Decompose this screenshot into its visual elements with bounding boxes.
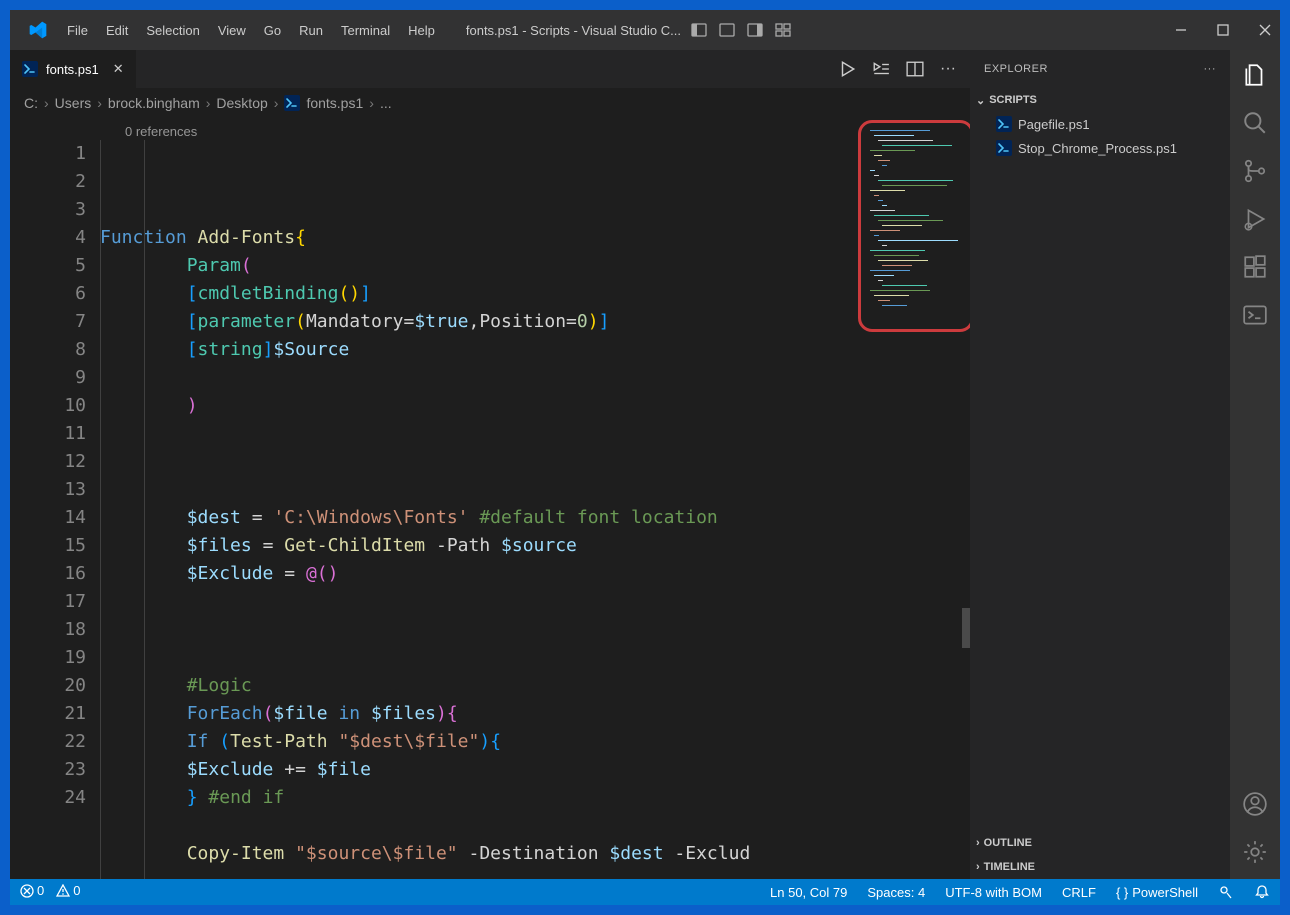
files-icon[interactable] xyxy=(1242,62,1268,88)
chevron-down-icon: ⌄ xyxy=(976,94,985,107)
source-control-icon[interactable] xyxy=(1242,158,1268,184)
menu-run[interactable]: Run xyxy=(290,17,332,44)
section-timeline[interactable]: › TIMELINE xyxy=(970,855,1230,879)
run-selection-icon[interactable] xyxy=(872,60,890,78)
gear-icon[interactable] xyxy=(1242,839,1268,865)
crumb-more[interactable]: ... xyxy=(380,95,392,111)
explorer-title: EXPLORER xyxy=(984,63,1048,75)
vscode-logo-icon xyxy=(28,20,48,40)
breadcrumbs[interactable]: C:› Users› brock.bingham› Desktop› fonts… xyxy=(10,88,970,118)
vscode-window: File Edit Selection View Go Run Terminal… xyxy=(10,10,1280,905)
code-content[interactable]: Function Add-Fonts{ Param( [cmdletBindin… xyxy=(100,118,970,879)
minimize-button[interactable] xyxy=(1174,23,1188,37)
crumb-file[interactable]: fonts.ps1 xyxy=(306,95,363,111)
powershell-icon xyxy=(284,95,300,111)
sidebar-header: EXPLORER ··· xyxy=(970,50,1230,88)
split-editor-icon[interactable] xyxy=(906,60,924,78)
extensions-icon[interactable] xyxy=(1242,254,1268,280)
crumb-user[interactable]: brock.bingham xyxy=(108,95,200,111)
tabs-row: fonts.ps1 ✕ ··· xyxy=(10,50,970,88)
powershell-icon xyxy=(996,140,1012,156)
menu-terminal[interactable]: Terminal xyxy=(332,17,399,44)
menu-selection[interactable]: Selection xyxy=(137,17,208,44)
powershell-icon xyxy=(996,116,1012,132)
chevron-right-icon: › xyxy=(976,837,980,849)
customize-layout-icon[interactable] xyxy=(775,22,791,38)
sidebar-more-icon[interactable]: ··· xyxy=(1204,63,1217,75)
title-bar: File Edit Selection View Go Run Terminal… xyxy=(10,10,1280,50)
window-title: fonts.ps1 - Scripts - Visual Studio C... xyxy=(466,23,681,38)
layout-controls xyxy=(691,22,791,38)
status-warnings[interactable]: 0 xyxy=(56,883,80,901)
powershell-icon xyxy=(22,61,38,77)
section-timeline-label: TIMELINE xyxy=(984,861,1035,873)
editor[interactable]: 0 references 123456789101112131415161718… xyxy=(10,118,970,879)
status-spaces[interactable]: Spaces: 4 xyxy=(867,885,925,900)
run-icon[interactable] xyxy=(838,60,856,78)
activity-bar xyxy=(1230,50,1280,879)
status-language[interactable]: { }PowerShell xyxy=(1116,885,1198,900)
chevron-right-icon: › xyxy=(976,861,980,873)
tab-fonts-ps1[interactable]: fonts.ps1 ✕ xyxy=(10,50,136,88)
panel-right-icon[interactable] xyxy=(747,22,763,38)
panel-bottom-icon[interactable] xyxy=(719,22,735,38)
run-debug-icon[interactable] xyxy=(1242,206,1268,232)
status-position[interactable]: Ln 50, Col 79 xyxy=(770,885,847,900)
section-outline[interactable]: › OUTLINE xyxy=(970,831,1230,855)
status-eol[interactable]: CRLF xyxy=(1062,885,1096,900)
powershell-ext-icon[interactable] xyxy=(1242,302,1268,328)
tree-item-label: Pagefile.ps1 xyxy=(1018,117,1090,132)
status-errors[interactable]: 0 xyxy=(20,883,44,901)
tree-item-stopchrome[interactable]: Stop_Chrome_Process.ps1 xyxy=(970,136,1230,160)
tree-item-pagefile[interactable]: Pagefile.ps1 xyxy=(970,112,1230,136)
status-feedback-icon[interactable] xyxy=(1218,884,1234,900)
tree-item-label: Stop_Chrome_Process.ps1 xyxy=(1018,141,1177,156)
section-outline-label: OUTLINE xyxy=(984,837,1032,849)
section-scripts-label: SCRIPTS xyxy=(989,94,1037,106)
sidebar: EXPLORER ··· ⌄ SCRIPTS Pagefile.ps1 Stop… xyxy=(970,50,1230,879)
crumb-users[interactable]: Users xyxy=(55,95,92,111)
section-scripts[interactable]: ⌄ SCRIPTS xyxy=(970,88,1230,112)
minimap-highlight xyxy=(858,120,970,332)
maximize-button[interactable] xyxy=(1216,23,1230,37)
panel-left-icon[interactable] xyxy=(691,22,707,38)
menu-go[interactable]: Go xyxy=(255,17,290,44)
close-button[interactable] xyxy=(1258,23,1272,37)
editor-area: fonts.ps1 ✕ ··· C:› Users› brock.bingham… xyxy=(10,50,970,879)
tab-label: fonts.ps1 xyxy=(46,62,99,77)
tab-close-icon[interactable]: ✕ xyxy=(113,61,124,77)
crumb-root[interactable]: C: xyxy=(24,95,38,111)
status-bell-icon[interactable] xyxy=(1254,884,1270,900)
accounts-icon[interactable] xyxy=(1242,791,1268,817)
menu-view[interactable]: View xyxy=(209,17,255,44)
minimap[interactable] xyxy=(860,118,970,879)
line-numbers: 123456789101112131415161718192021222324 xyxy=(10,118,100,879)
menu-help[interactable]: Help xyxy=(399,17,444,44)
crumb-desktop[interactable]: Desktop xyxy=(216,95,267,111)
status-bar: 0 0 Ln 50, Col 79 Spaces: 4 UTF-8 with B… xyxy=(10,879,1280,905)
more-icon[interactable]: ··· xyxy=(940,60,956,78)
minimap-scroll-thumb[interactable] xyxy=(962,608,970,648)
menu-edit[interactable]: Edit xyxy=(97,17,137,44)
search-icon[interactable] xyxy=(1242,110,1268,136)
menu-file[interactable]: File xyxy=(58,17,97,44)
status-encoding[interactable]: UTF-8 with BOM xyxy=(945,885,1042,900)
